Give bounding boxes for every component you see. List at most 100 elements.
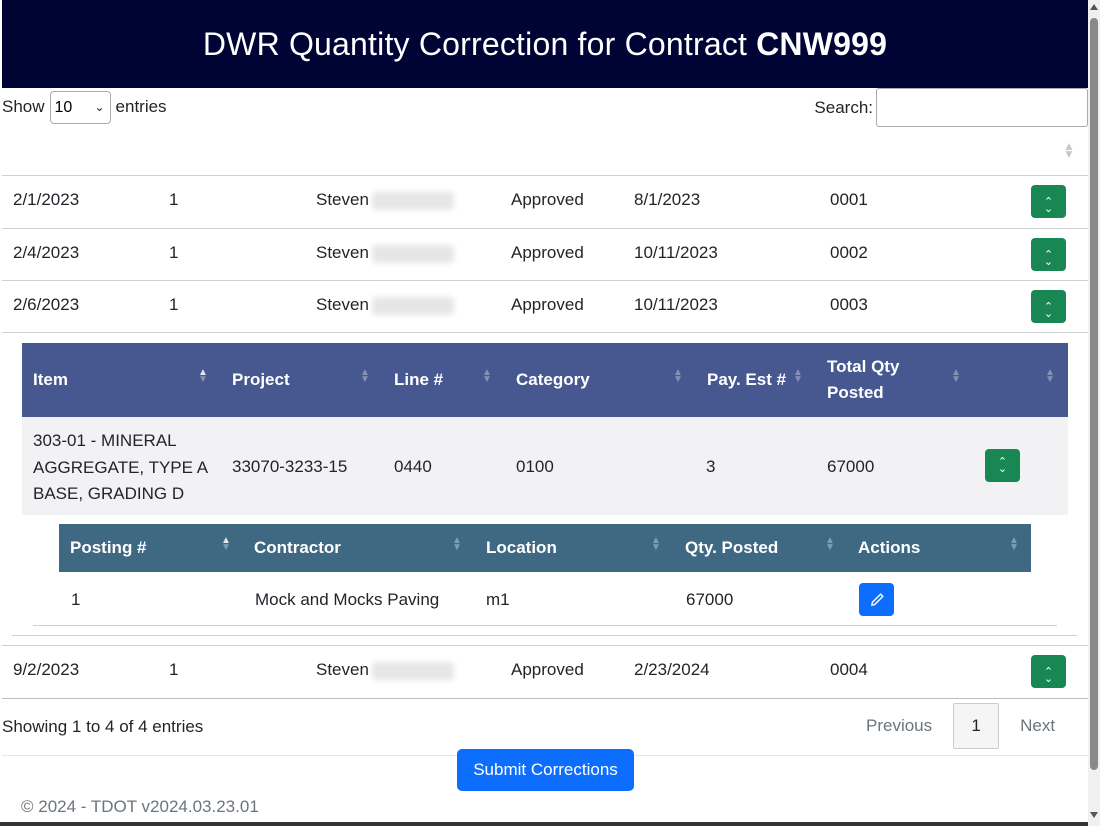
entries-select-wrap[interactable]: 10 ⌄ (49, 90, 111, 124)
item-description: 303-01 - MINERAL AGGREGATE, TYPE A BASE,… (33, 428, 208, 508)
table-bottom-border (2, 698, 1088, 699)
posting-row: 1 Mock and Mocks Paving m1 67000 (33, 572, 1057, 626)
col-contractor[interactable]: Contractor (254, 524, 341, 572)
col-total-qty-line1: Total Qty (827, 357, 900, 376)
sort-icon[interactable]: ▲ ▼ (1063, 140, 1075, 160)
sort-icon[interactable]: ▲ ▼ (673, 368, 683, 385)
posting-table-header: Posting # ▲ ▼ Contractor ▲ ▼ Location ▲ ▼ Q… (59, 524, 1031, 572)
sort-icon[interactable]: ▲ ▼ (825, 536, 835, 553)
submit-corrections-button[interactable]: Submit Corrections (457, 749, 634, 791)
posting-location: m1 (486, 590, 510, 609)
table-row: 2/6/2023 1 Steven Approved 10/11/2023 00… (2, 280, 1088, 332)
dwr-date: 9/2/2023 (13, 660, 80, 679)
redacted-surname (372, 297, 454, 315)
scroll-down-icon[interactable] (1090, 812, 1098, 818)
item-desc-line: 303-01 - MINERAL (33, 431, 177, 450)
previous-button[interactable]: Previous (866, 716, 932, 736)
row-divider (2, 332, 1088, 333)
dwr-date: 2/6/2023 (13, 295, 80, 314)
sort-icon[interactable]: ▲ ▼ (1009, 536, 1019, 553)
page-title: DWR Quantity Correction for Contract (202, 25, 748, 62)
posting-qty: 67000 (686, 590, 734, 609)
col-category[interactable]: Category (516, 343, 590, 417)
item-table-header: Item ▲ ▼ Project ▲ ▼ Line # ▲ ▼ Category ▲ ▼… (22, 343, 1068, 417)
scrollbar-thumb[interactable] (1090, 18, 1098, 770)
inspector-name: Steven (316, 190, 369, 209)
page-header: DWR Quantity Correction for Contract CNW… (2, 0, 1088, 88)
search-box: Search: (814, 88, 1088, 127)
dwr-date: 2/4/2023 (13, 243, 80, 262)
col-item[interactable]: Item (33, 343, 68, 417)
dwr-number: 1 (169, 295, 179, 314)
expand-button[interactable]: ⌃ ⌄ (1031, 290, 1066, 323)
sort-icon[interactable]: ▲ ▼ (221, 536, 231, 553)
approved-date: 2/23/2024 (634, 660, 710, 679)
dwr-code: 0002 (830, 243, 868, 262)
dwr-number: 1 (169, 243, 179, 262)
col-project[interactable]: Project (232, 343, 290, 417)
item-table: Item ▲ ▼ Project ▲ ▼ Line # ▲ ▼ Category ▲ ▼… (22, 343, 1068, 515)
item-project: 33070-3233-15 (232, 457, 348, 476)
sort-icon[interactable]: ▲ ▼ (198, 368, 208, 385)
edit-button[interactable] (859, 583, 894, 616)
redacted-surname (372, 662, 454, 680)
col-total-qty[interactable]: Total Qty Posted (827, 343, 899, 417)
search-label: Search: (814, 97, 873, 117)
item-category: 0100 (516, 457, 554, 476)
dwr-code: 0003 (830, 295, 868, 314)
posting-table: Posting # ▲ ▼ Contractor ▲ ▼ Location ▲ ▼ Q… (59, 524, 1031, 572)
col-qty-posted[interactable]: Qty. Posted (685, 524, 778, 572)
entries-label: entries (115, 97, 167, 116)
chevron-expand-icon: ⌃ ⌄ (1043, 196, 1054, 215)
sort-icon[interactable]: ▲ ▼ (793, 368, 803, 385)
expand-button[interactable]: ⌃ ⌄ (1031, 238, 1066, 271)
dwr-status: Approved (511, 243, 584, 262)
redacted-surname (372, 192, 454, 210)
table-row: 2/4/2023 1 Steven Approved 10/11/2023 00… (2, 228, 1088, 280)
copyright-text: © 2024 - TDOT v2024.03.23.01 (21, 797, 259, 816)
col-line[interactable]: Line # (394, 343, 443, 417)
chevron-expand-icon: ⌃ ⌄ (1043, 301, 1054, 320)
sort-icon[interactable]: ▲ ▼ (1045, 368, 1055, 385)
redacted-surname (372, 245, 454, 263)
sort-icon[interactable]: ▲ ▼ (360, 368, 370, 385)
expand-button[interactable]: ⌃ ⌄ (1031, 655, 1066, 688)
item-pay-est: 3 (706, 457, 716, 476)
col-pay-est[interactable]: Pay. Est # (707, 343, 786, 417)
table-info: Showing 1 to 4 of 4 entries (2, 717, 204, 736)
approved-date: 8/1/2023 (634, 190, 701, 209)
sort-icon[interactable]: ▲ ▼ (951, 368, 961, 385)
sort-icon[interactable]: ▲ ▼ (452, 536, 462, 553)
approved-date: 10/11/2023 (634, 295, 718, 314)
inspector-name: Steven (316, 295, 369, 314)
posting-number: 1 (71, 590, 81, 609)
expand-button[interactable]: ⌃ ⌄ (985, 449, 1020, 482)
show-label: Show (2, 97, 45, 116)
table-row: 2/1/2023 1 Steven Approved 8/1/2023 0001… (2, 175, 1088, 227)
col-location[interactable]: Location (486, 524, 557, 572)
sort-icon[interactable]: ▲ ▼ (651, 536, 661, 553)
chevron-expand-icon: ⌃ ⌄ (1043, 666, 1054, 685)
dwr-code: 0004 (830, 660, 868, 679)
dwr-number: 1 (169, 660, 179, 679)
posting-contractor: Mock and Mocks Paving (255, 590, 440, 609)
page-button-1[interactable]: 1 (953, 703, 1000, 749)
col-posting[interactable]: Posting # (70, 524, 147, 572)
expand-button[interactable]: ⌃ ⌄ (1031, 185, 1066, 218)
col-total-qty-line2: Posted (827, 383, 884, 402)
item-total-qty: 67000 (827, 457, 875, 476)
chevron-expand-icon: ⌃ ⌄ (997, 455, 1008, 475)
length-menu: Show 10 ⌄ entries (2, 90, 167, 124)
col-actions[interactable]: Actions (858, 524, 920, 572)
search-input[interactable] (876, 88, 1088, 127)
sort-icon[interactable]: ▲ ▼ (482, 368, 492, 385)
scroll-up-icon[interactable] (1090, 4, 1098, 10)
vertical-scrollbar[interactable] (1088, 0, 1100, 826)
dwr-status: Approved (511, 660, 584, 679)
dwr-status: Approved (511, 190, 584, 209)
next-button[interactable]: Next (1020, 716, 1055, 736)
entries-select[interactable]: 10 (49, 90, 111, 124)
inspector-name: Steven (316, 243, 369, 262)
dwr-status: Approved (511, 295, 584, 314)
inspector-name: Steven (316, 660, 369, 679)
